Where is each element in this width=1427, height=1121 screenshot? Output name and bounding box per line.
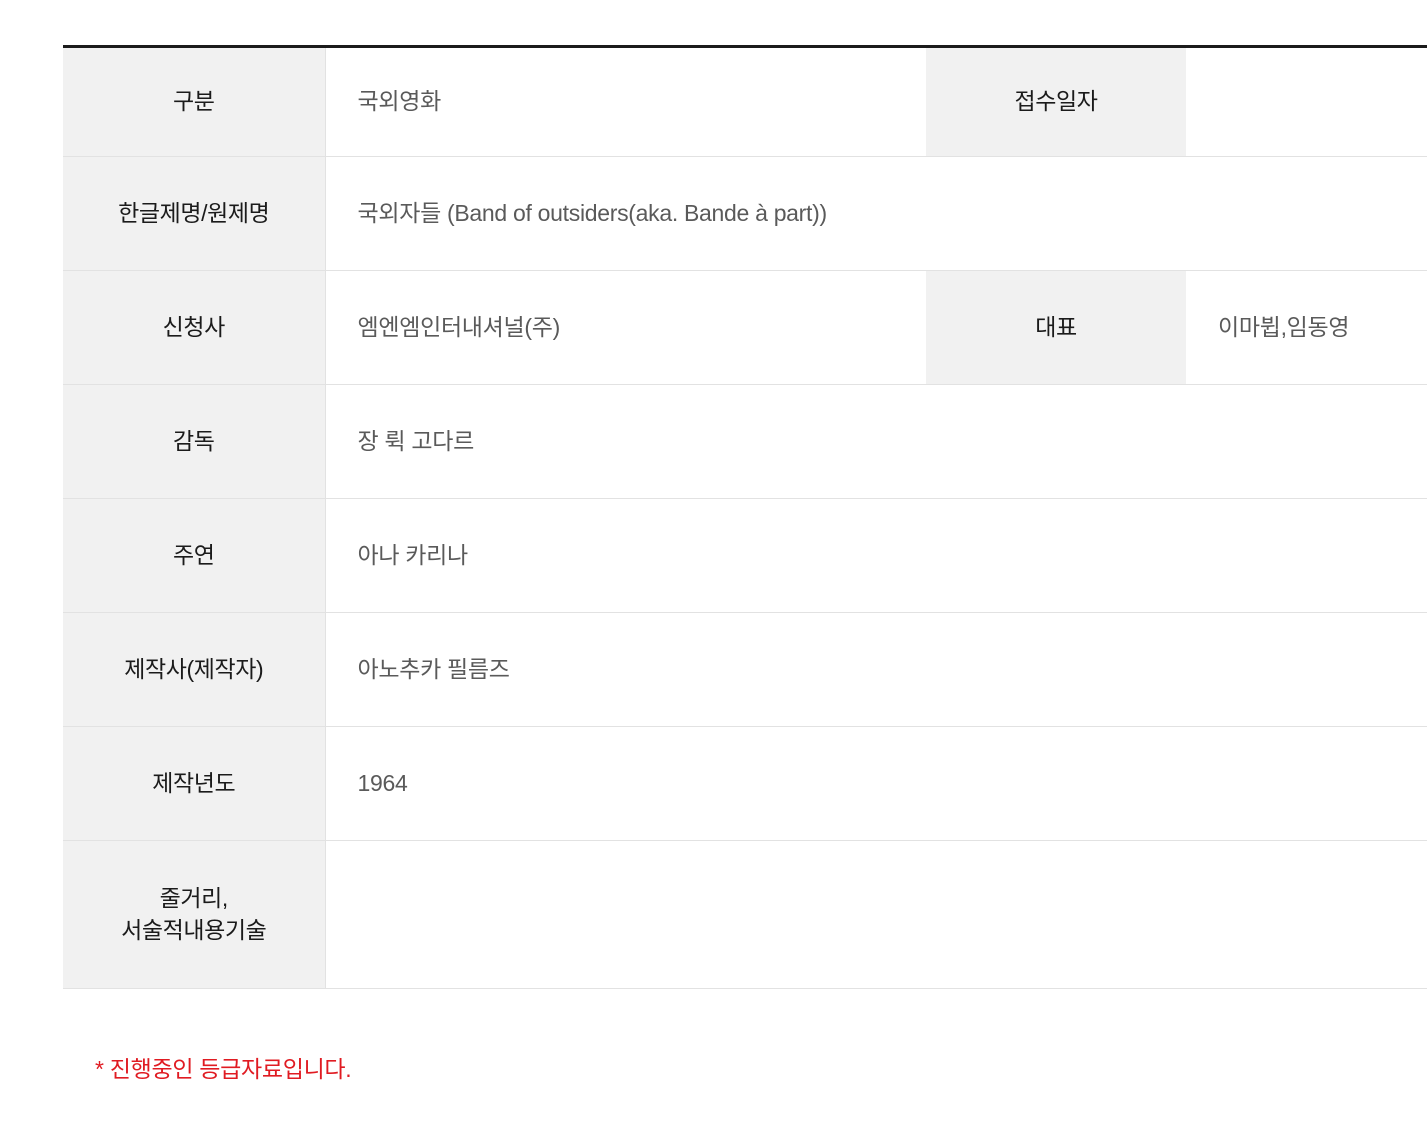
film-detail-table: 구분 국외영화 접수일자 한글제명/원제명 국외자들 (Band of outs… [63, 45, 1427, 989]
detail-page: 구분 국외영화 접수일자 한글제명/원제명 국외자들 (Band of outs… [0, 0, 1427, 1121]
table-row: 한글제명/원제명 국외자들 (Band of outsiders(aka. Ba… [63, 156, 1427, 271]
table-row: 신청사 엠엔엠인터내셔널(주) 대표 이마뷥,임동영 [63, 270, 1427, 385]
row-label-synopsis-line-2: 서술적내용기술 [121, 916, 267, 943]
table-row: 제작년도 1964 [63, 726, 1427, 841]
table-row: 감독 장 뤽 고다르 [63, 384, 1427, 499]
row-value-lead-actor: 아나 카리나 [325, 498, 1427, 613]
row-value-production-year: 1964 [325, 726, 1427, 841]
row-value-applicant: 엠엔엠인터내셔널(주) [325, 270, 926, 385]
row-value-representative: 이마뷥,임동영 [1186, 270, 1427, 385]
row-value-category: 국외영화 [325, 46, 926, 157]
row-label-synopsis-line-1: 줄거리, [159, 885, 229, 912]
row-label-title: 한글제명/원제명 [63, 156, 326, 271]
table-row: 구분 국외영화 접수일자 [63, 46, 1427, 157]
row-label-production-year: 제작년도 [63, 726, 326, 841]
row-label-category: 구분 [63, 46, 326, 157]
row-label-representative: 대표 [926, 270, 1186, 385]
row-label-synopsis: 줄거리, 서술적내용기술 [63, 840, 326, 989]
table-row: 제작사(제작자) 아노추카 필름즈 [63, 612, 1427, 727]
row-value-receipt-date [1186, 46, 1427, 157]
row-label-receipt-date: 접수일자 [926, 46, 1186, 157]
row-value-director: 장 뤽 고다르 [325, 384, 1427, 499]
row-label-director: 감독 [63, 384, 326, 499]
row-value-title: 국외자들 (Band of outsiders(aka. Bande à par… [325, 156, 1427, 271]
status-footnote: * 진행중인 등급자료입니다. [95, 1056, 352, 1082]
row-value-production-company: 아노추카 필름즈 [325, 612, 1427, 727]
table-row: 주연 아나 카리나 [63, 498, 1427, 613]
row-label-lead-actor: 주연 [63, 498, 326, 613]
table-row: 줄거리, 서술적내용기술 [63, 840, 1427, 989]
row-value-synopsis [325, 840, 1427, 989]
row-label-production-company: 제작사(제작자) [63, 612, 326, 727]
detail-table-container: 구분 국외영화 접수일자 한글제명/원제명 국외자들 (Band of outs… [63, 45, 1427, 989]
row-label-applicant: 신청사 [63, 270, 326, 385]
